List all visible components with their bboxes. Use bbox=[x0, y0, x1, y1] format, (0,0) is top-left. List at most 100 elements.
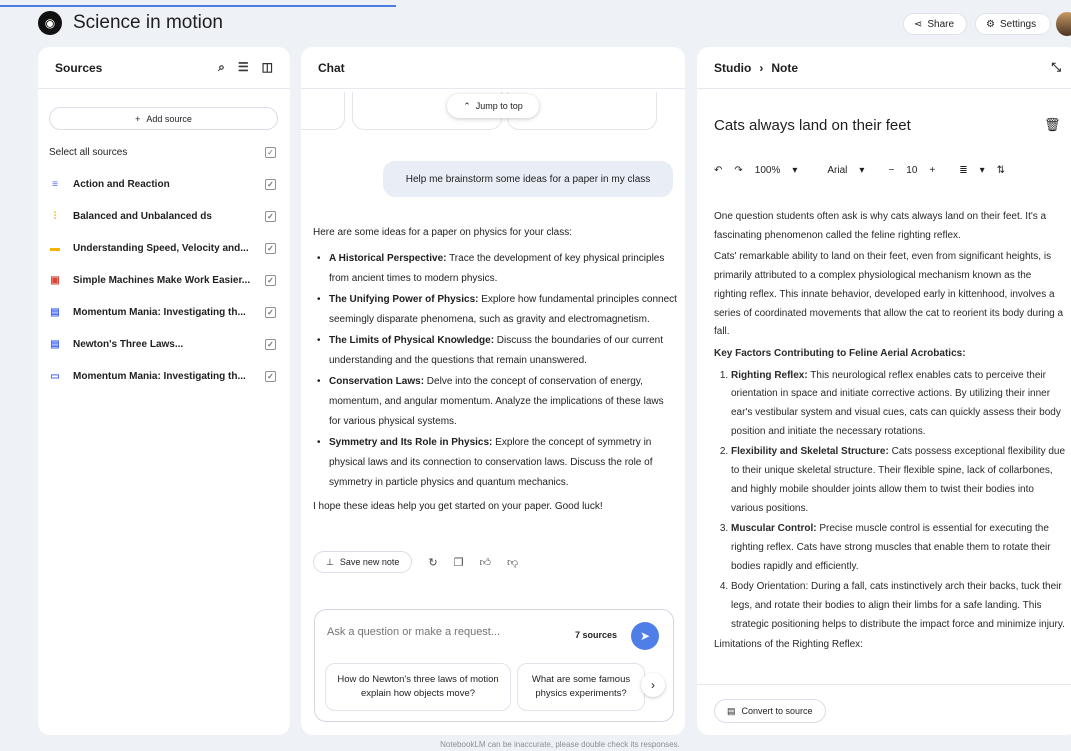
chat-title: Chat bbox=[318, 60, 345, 75]
refresh-icon[interactable]: ↻ bbox=[428, 556, 437, 569]
add-source-button[interactable]: + Add source bbox=[49, 107, 278, 130]
sources-panel: Sources ⌕ ☰ ◫ + Add source Select all sou… bbox=[38, 47, 290, 735]
chat-input[interactable] bbox=[327, 626, 527, 638]
plus-icon[interactable]: + bbox=[929, 165, 935, 176]
chevron-down-icon[interactable]: ▾ bbox=[980, 165, 985, 176]
checkbox-icon[interactable]: ✓ bbox=[265, 146, 276, 158]
source-name: Balanced and Unbalanced ds bbox=[73, 210, 212, 222]
zoom-select[interactable]: 100% bbox=[755, 165, 781, 176]
note-title[interactable]: Cats always land on their feet bbox=[714, 117, 911, 134]
note-paragraph: Cats' remarkable ability to land on thei… bbox=[714, 251, 1064, 338]
note-body[interactable]: One question students often ask is why c… bbox=[714, 208, 1066, 658]
chat-header: Chat bbox=[301, 47, 685, 89]
note-footer: ▤ Convert to source bbox=[697, 684, 1071, 735]
save-note-button[interactable]: ⊥ Save new note bbox=[313, 551, 413, 573]
settings-button[interactable]: ⚙ Settings bbox=[975, 13, 1051, 35]
factor-item: Righting Reflex: This neurological refle… bbox=[731, 367, 1066, 442]
thumbs-up-icon[interactable]: 👍︎ bbox=[479, 556, 491, 569]
send-icon: ➤ bbox=[639, 629, 651, 643]
checkbox-icon[interactable]: ✓ bbox=[265, 306, 276, 318]
slides-icon: ▬ bbox=[50, 242, 60, 254]
source-name: Momentum Mania: Investigating th... bbox=[73, 370, 246, 382]
trash-icon[interactable]: 🗑︎ bbox=[1044, 117, 1061, 133]
redo-icon[interactable]: ↷ bbox=[734, 165, 742, 176]
disclaimer: NotebookLM can be inaccurate, please dou… bbox=[440, 740, 680, 749]
chevron-up-icon: ⌃ bbox=[463, 100, 471, 111]
align-icon[interactable]: ≣ bbox=[959, 165, 967, 176]
notebook-title[interactable]: Science in motion bbox=[73, 12, 223, 34]
checkbox-icon[interactable]: ✓ bbox=[265, 338, 276, 350]
web-icon: ▭ bbox=[50, 370, 60, 382]
filter-icon[interactable]: ☰ bbox=[238, 60, 249, 75]
checkbox-icon[interactable]: ✓ bbox=[265, 178, 276, 190]
factor-title: Flexibility and Skeletal Structure: bbox=[731, 446, 889, 458]
source-item[interactable]: ≡ Action and Reaction ✓ bbox=[38, 168, 290, 200]
chevron-right-icon: › bbox=[651, 678, 655, 692]
assistant-message: Here are some ideas for a paper on physi… bbox=[313, 223, 678, 517]
source-item[interactable]: ⫶ Balanced and Unbalanced ds ✓ bbox=[38, 200, 290, 232]
checkbox-icon[interactable]: ✓ bbox=[265, 370, 276, 382]
avatar[interactable] bbox=[1056, 12, 1071, 36]
idea-item: Symmetry and Its Role in Physics: Explor… bbox=[313, 433, 678, 493]
breadcrumb-studio[interactable]: Studio bbox=[714, 61, 751, 75]
thumbs-down-icon[interactable]: 👎︎ bbox=[507, 556, 518, 569]
source-item[interactable]: ▤ Momentum Mania: Investigating th... ✓ bbox=[38, 296, 290, 328]
idea-title: The Limits of Physical Knowledge: bbox=[329, 335, 495, 346]
factor-title: Muscular Control: bbox=[731, 523, 817, 535]
idea-item: The Limits of Physical Knowledge: Discus… bbox=[313, 331, 678, 371]
document-icon: ≡ bbox=[52, 178, 58, 190]
factors-list: Righting Reflex: This neurological refle… bbox=[714, 367, 1066, 635]
collapse-icon[interactable]: ⤡ bbox=[1051, 60, 1061, 75]
source-name: Momentum Mania: Investigating th... bbox=[73, 306, 246, 318]
select-all-row[interactable]: Select all sources ✓ bbox=[38, 136, 290, 168]
note-paragraph: One question students often ask is why c… bbox=[714, 211, 1047, 241]
note-toolbar: ↶ ↷ 100% ▾ Arial ▾ − 10 + ≣ ▾ ⇅ bbox=[714, 165, 1064, 176]
studio-header: Studio › Note ⤡ bbox=[697, 47, 1071, 89]
factor-item: Body Orientation: During a fall, cats in… bbox=[731, 578, 1066, 634]
convert-icon: ▤ bbox=[727, 705, 736, 716]
source-item[interactable]: ▭ Momentum Mania: Investigating th... ✓ bbox=[38, 360, 290, 392]
minus-icon[interactable]: − bbox=[888, 165, 894, 176]
answer-intro: Here are some ideas for a paper on physi… bbox=[313, 227, 573, 238]
share-icon: ⋖ bbox=[914, 18, 923, 30]
source-name: Simple Machines Make Work Easier... bbox=[73, 274, 251, 286]
search-icon[interactable]: ⌕ bbox=[218, 60, 225, 75]
source-item[interactable]: ▤ Newton's Three Laws... ✓ bbox=[38, 328, 290, 360]
jump-to-top-button[interactable]: ⌃ Jump to top bbox=[447, 94, 539, 118]
user-message: Help me brainstorm some ideas for a pape… bbox=[383, 161, 673, 197]
chevron-right-icon: › bbox=[759, 60, 764, 75]
font-size-value[interactable]: 10 bbox=[906, 165, 917, 176]
factor-text: Body Orientation: During a fall, cats in… bbox=[731, 581, 1065, 630]
undo-icon[interactable]: ↶ bbox=[714, 165, 722, 176]
font-select[interactable]: Arial bbox=[827, 165, 847, 176]
source-count: 7 sources bbox=[575, 630, 618, 640]
checkbox-icon[interactable]: ✓ bbox=[265, 274, 276, 286]
panel-toggle-icon[interactable]: ◫ bbox=[262, 60, 273, 75]
source-name: Newton's Three Laws... bbox=[73, 338, 184, 350]
chevron-down-icon[interactable]: ▾ bbox=[792, 165, 797, 176]
source-item[interactable]: ▬ Understanding Speed, Velocity and... ✓ bbox=[38, 232, 290, 264]
send-button[interactable]: ➤ bbox=[631, 622, 659, 650]
checkbox-icon[interactable]: ✓ bbox=[265, 210, 276, 222]
chevron-down-icon[interactable]: ▾ bbox=[859, 165, 864, 176]
source-name: Understanding Speed, Velocity and... bbox=[73, 242, 249, 254]
notebook-icon: ◉ bbox=[38, 11, 62, 35]
sources-title: Sources bbox=[55, 60, 103, 75]
convert-to-source-button[interactable]: ▤ Convert to source bbox=[714, 699, 826, 723]
share-button[interactable]: ⋖ Share bbox=[903, 13, 967, 35]
line-spacing-icon[interactable]: ⇅ bbox=[997, 165, 1005, 176]
suggestion-chip[interactable]: What are some famous physics experiments… bbox=[517, 663, 645, 711]
next-suggestions-button[interactable]: › bbox=[641, 673, 665, 697]
note-heading: Key Factors Contributing to Feline Aeria… bbox=[714, 347, 966, 359]
suggestion-chip[interactable]: How do Newton's three laws of motion exp… bbox=[325, 663, 511, 711]
select-all-label: Select all sources bbox=[49, 146, 128, 158]
audio-icon: ⫶ bbox=[53, 210, 57, 222]
copy-icon[interactable]: ❐ bbox=[454, 556, 464, 569]
checkbox-icon[interactable]: ✓ bbox=[265, 242, 276, 254]
source-item[interactable]: ▣ Simple Machines Make Work Easier... ✓ bbox=[38, 264, 290, 296]
plus-icon: + bbox=[135, 113, 141, 124]
message-actions: ⊥ Save new note ↻ ❐ 👍︎ 👎︎ bbox=[313, 551, 518, 573]
answer-closing: I hope these ideas help you get started … bbox=[313, 501, 603, 512]
top-progress-line bbox=[0, 5, 396, 7]
breadcrumb-note: Note bbox=[771, 60, 798, 75]
